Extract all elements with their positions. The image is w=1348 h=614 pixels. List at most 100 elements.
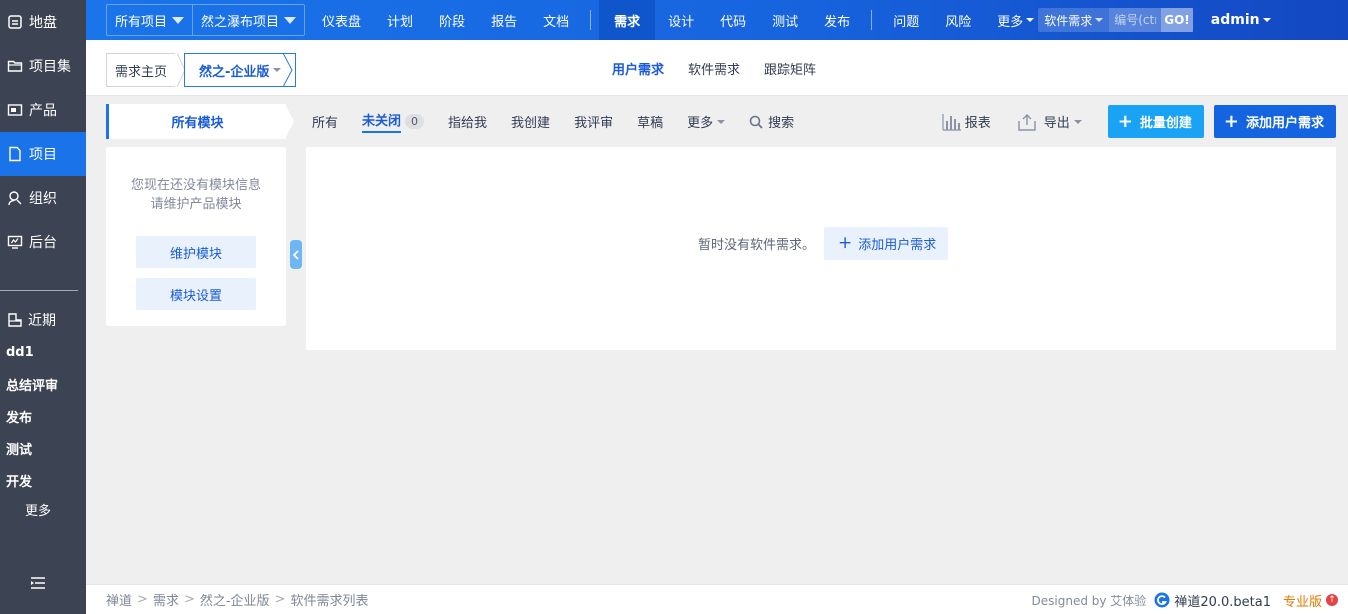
requirement-home-link[interactable]: 需求主页 <box>106 53 176 87</box>
footer-crumb[interactable]: 禅道 <box>106 590 132 609</box>
sidebar-item-label: 地盘 <box>29 15 57 31</box>
tab-tracking-matrix[interactable]: 跟踪矩阵 <box>752 59 828 78</box>
footer-crumb[interactable]: 然之-企业版 <box>200 590 270 609</box>
recent-item[interactable]: 总结评审 <box>0 368 86 400</box>
caret-down-icon <box>172 16 185 24</box>
menu-collapse-icon[interactable] <box>30 576 46 590</box>
empty-state: 暂时没有软件需求。 + 添加用户需求 <box>698 227 949 260</box>
maintain-module-button[interactable]: 维护模块 <box>136 236 256 268</box>
nav-more-dropdown[interactable]: 更多 <box>984 0 1036 40</box>
nav-plan[interactable]: 计划 <box>374 0 426 40</box>
module-panel: 您现在还没有模块信息 请维护产品模块 维护模块 模块设置 <box>106 147 286 326</box>
nav-risk[interactable]: 风险 <box>932 0 984 40</box>
sidebar-item-label: 组织 <box>29 191 57 207</box>
export-dropdown[interactable]: 导出 <box>1017 112 1082 131</box>
tab-user-requirement[interactable]: 用户需求 <box>600 59 676 78</box>
search-toggle[interactable]: 搜索 <box>737 104 806 139</box>
footer-crumb[interactable]: 需求 <box>153 590 179 609</box>
nav-requirement[interactable]: 需求 <box>599 0 656 40</box>
search-label: 搜索 <box>768 116 795 131</box>
sidebar-item-project[interactable]: 项目 <box>0 132 86 176</box>
user-menu[interactable]: admin <box>1211 12 1271 28</box>
batch-create-button[interactable]: + 批量创建 <box>1107 105 1204 138</box>
module-msg-line: 您现在还没有模块信息 <box>130 178 261 193</box>
product-name: 然之-企业版 <box>199 64 270 80</box>
nav-code[interactable]: 代码 <box>707 0 759 40</box>
report-button[interactable]: 报表 <box>942 112 991 131</box>
folder-icon <box>7 60 23 72</box>
nav-test[interactable]: 测试 <box>759 0 811 40</box>
recent-header: 近期 <box>0 304 86 336</box>
footer-info: Designed by 艾体验 禅道20.0.beta1 专业版 ↑ <box>1032 585 1338 614</box>
export-icon <box>1018 113 1036 131</box>
search-type-dropdown[interactable]: 软件需求 <box>1038 8 1109 32</box>
filter-created-by-me[interactable]: 我创建 <box>499 104 562 139</box>
sidebar-item-org[interactable]: 组织 <box>0 176 86 220</box>
nav-stage[interactable]: 阶段 <box>426 0 478 40</box>
search-go-button[interactable]: GO! <box>1161 8 1193 32</box>
sidebar-divider <box>0 290 78 291</box>
filter-more-dropdown[interactable]: 更多 <box>675 104 737 139</box>
empty-add-requirement-button[interactable]: + 添加用户需求 <box>824 227 949 260</box>
upgrade-icon[interactable]: ↑ <box>1326 594 1338 606</box>
chevron-left-icon <box>292 249 299 260</box>
footer-crumb: 软件需求列表 <box>290 594 369 609</box>
product-switcher[interactable]: 然之-企业版 <box>184 53 297 87</box>
sidebar-item-product[interactable]: 产品 <box>0 88 86 132</box>
add-requirement-label: 添加用户需求 <box>1245 116 1324 131</box>
caret-down-icon <box>284 16 297 24</box>
footer-breadcrumb: 禅道 > 需求 > 然之-企业版 > 软件需求列表 <box>106 590 369 609</box>
zentao-logo-icon <box>1154 592 1170 608</box>
current-project-dropdown[interactable]: 然之瀑布项目 <box>193 5 304 35</box>
plus-icon: + <box>1223 110 1239 132</box>
module-msg-line: 请维护产品模块 <box>150 197 242 212</box>
nav-dashboard[interactable]: 仪表盘 <box>309 0 374 40</box>
footer: 禅道 > 需求 > 然之-企业版 > 软件需求列表 Designed by 艾体… <box>86 584 1348 614</box>
filter-label: 指给我 <box>448 116 488 131</box>
all-projects-dropdown[interactable]: 所有项目 <box>107 5 192 35</box>
home-icon <box>8 15 22 29</box>
nav-report[interactable]: 报告 <box>478 0 530 40</box>
edition-label[interactable]: 专业版 <box>1283 591 1322 610</box>
recent-more-link[interactable]: 更多 <box>0 496 86 522</box>
user-icon <box>8 191 22 206</box>
filter-draft[interactable]: 草稿 <box>625 104 675 139</box>
nav-design[interactable]: 设计 <box>655 0 707 40</box>
filter-label: 草稿 <box>637 116 664 131</box>
sidebar-item-label: 项目 <box>29 147 57 163</box>
sidebar-item-admin[interactable]: 后台 <box>0 220 86 264</box>
filter-all[interactable]: 所有 <box>300 104 350 139</box>
search-input[interactable] <box>1109 8 1162 32</box>
nav-release[interactable]: 发布 <box>811 0 863 40</box>
filter-reviewed-by-me[interactable]: 我评审 <box>562 104 625 139</box>
bar-chart-icon <box>942 113 961 131</box>
requirement-tabs: 用户需求 软件需求 跟踪矩阵 <box>600 40 828 96</box>
filter-assigned-to-me[interactable]: 指给我 <box>436 104 499 139</box>
version-label[interactable]: 禅道20.0.beta1 <box>1174 591 1271 610</box>
count-badge: 0 <box>405 114 425 129</box>
nav-issue[interactable]: 问题 <box>880 0 932 40</box>
sidebar-item-dashboard[interactable]: 地盘 <box>0 0 86 44</box>
batch-create-label: 批量创建 <box>1139 116 1192 131</box>
recent-item[interactable]: 开发 <box>0 464 86 496</box>
nav-doc[interactable]: 文档 <box>530 0 582 40</box>
add-user-requirement-button[interactable]: + 添加用户需求 <box>1213 105 1336 138</box>
recent-item[interactable]: dd1 <box>0 336 86 368</box>
project-icon <box>9 146 21 162</box>
filter-bar: 所有 未关闭 0 指给我 我创建 我评审 草稿 更多 搜索 <box>300 104 806 139</box>
module-settings-button[interactable]: 模块设置 <box>136 278 256 310</box>
filter-label: 更多 <box>687 116 714 131</box>
filter-label: 未关闭 <box>362 110 402 133</box>
sidebar-collapse-handle[interactable] <box>290 240 302 269</box>
filter-unclosed[interactable]: 未关闭 0 <box>350 104 436 139</box>
recent-item[interactable]: 测试 <box>0 432 86 464</box>
tab-software-requirement[interactable]: 软件需求 <box>676 59 752 78</box>
module-tree-header[interactable]: 所有模块 <box>106 104 286 139</box>
nav-more-label: 更多 <box>997 14 1024 30</box>
project-switcher: 所有项目 然之瀑布项目 <box>106 4 306 36</box>
sidebar-item-program[interactable]: 项目集 <box>0 44 86 88</box>
designed-by[interactable]: Designed by 艾体验 <box>1032 592 1147 609</box>
recent-item[interactable]: 发布 <box>0 400 86 432</box>
empty-text: 暂时没有软件需求。 <box>698 238 816 253</box>
left-sidebar: 地盘 项目集 产品 项目 组织 后台 近期 dd1 总结评审 发布 测试 开发 … <box>0 0 86 614</box>
